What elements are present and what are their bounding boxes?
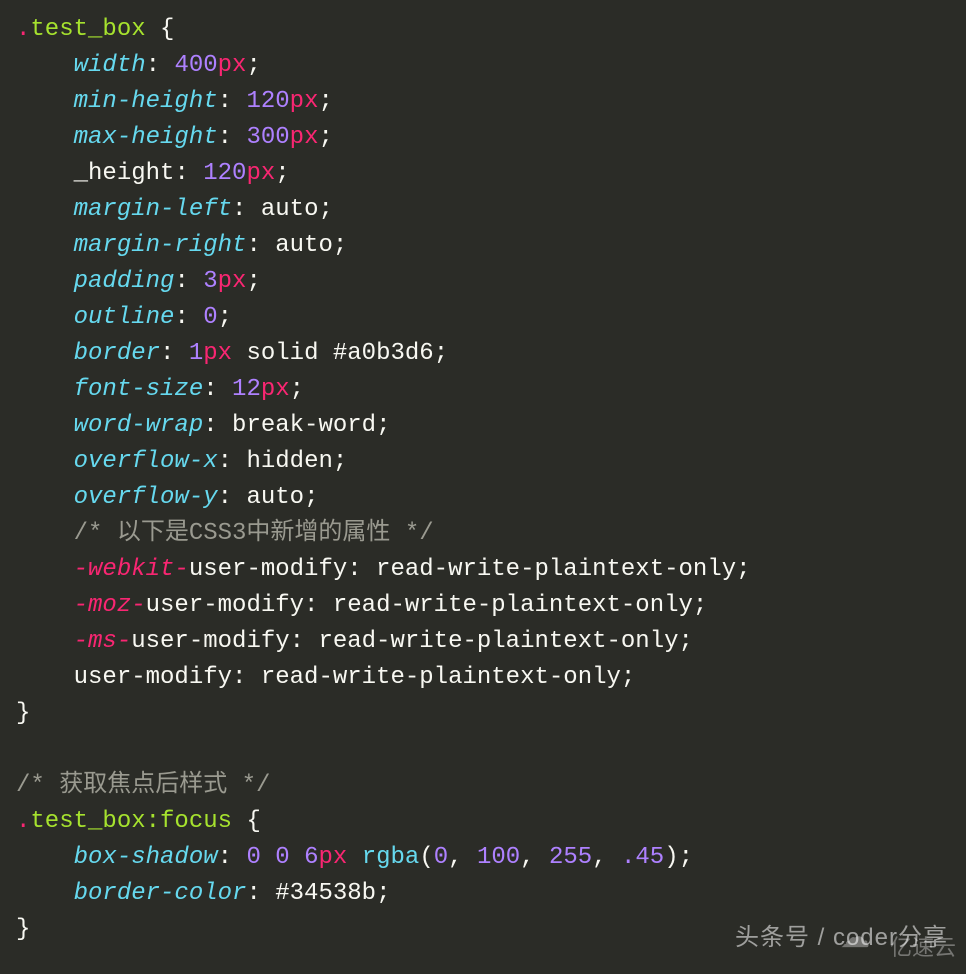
- watermark-brand: 亿速云: [890, 931, 956, 964]
- code-block: .test_box { width: 400px; min-height: 12…: [0, 0, 966, 960]
- prop: margin-right: [74, 232, 247, 259]
- selector-dot: .: [16, 16, 30, 43]
- prop: max-height: [74, 124, 218, 151]
- prop: margin-left: [74, 196, 232, 223]
- prop: word-wrap: [74, 412, 204, 439]
- prop: border-color: [74, 880, 247, 907]
- prop: overflow-x: [74, 448, 218, 475]
- comment: /* 以下是CSS3中新增的属性 */: [74, 520, 434, 547]
- brace-close: }: [16, 700, 30, 727]
- selector-pseudo: :focus: [146, 808, 232, 835]
- prop: _height: [74, 160, 175, 187]
- prop: min-height: [74, 88, 218, 115]
- prop: border: [74, 340, 160, 367]
- value-unit: px: [218, 52, 247, 79]
- comment: /* 获取焦点后样式 */: [16, 772, 270, 799]
- brace-open: {: [146, 16, 175, 43]
- value-number: 400: [174, 52, 217, 79]
- cloud-icon: ☁: [840, 915, 870, 960]
- prop: outline: [74, 304, 175, 331]
- vendor-prefix: -moz-: [74, 592, 146, 619]
- prop: font-size: [74, 376, 204, 403]
- vendor-prefix: -ms-: [74, 628, 132, 655]
- prop: width: [74, 52, 146, 79]
- selector-name: test_box: [30, 16, 145, 43]
- prop: box-shadow: [74, 844, 218, 871]
- brace-close: }: [16, 916, 30, 943]
- prop: overflow-y: [74, 484, 218, 511]
- selector-name: test_box: [30, 808, 145, 835]
- prop: padding: [74, 268, 175, 295]
- vendor-prefix: -webkit-: [74, 556, 189, 583]
- selector-dot: .: [16, 808, 30, 835]
